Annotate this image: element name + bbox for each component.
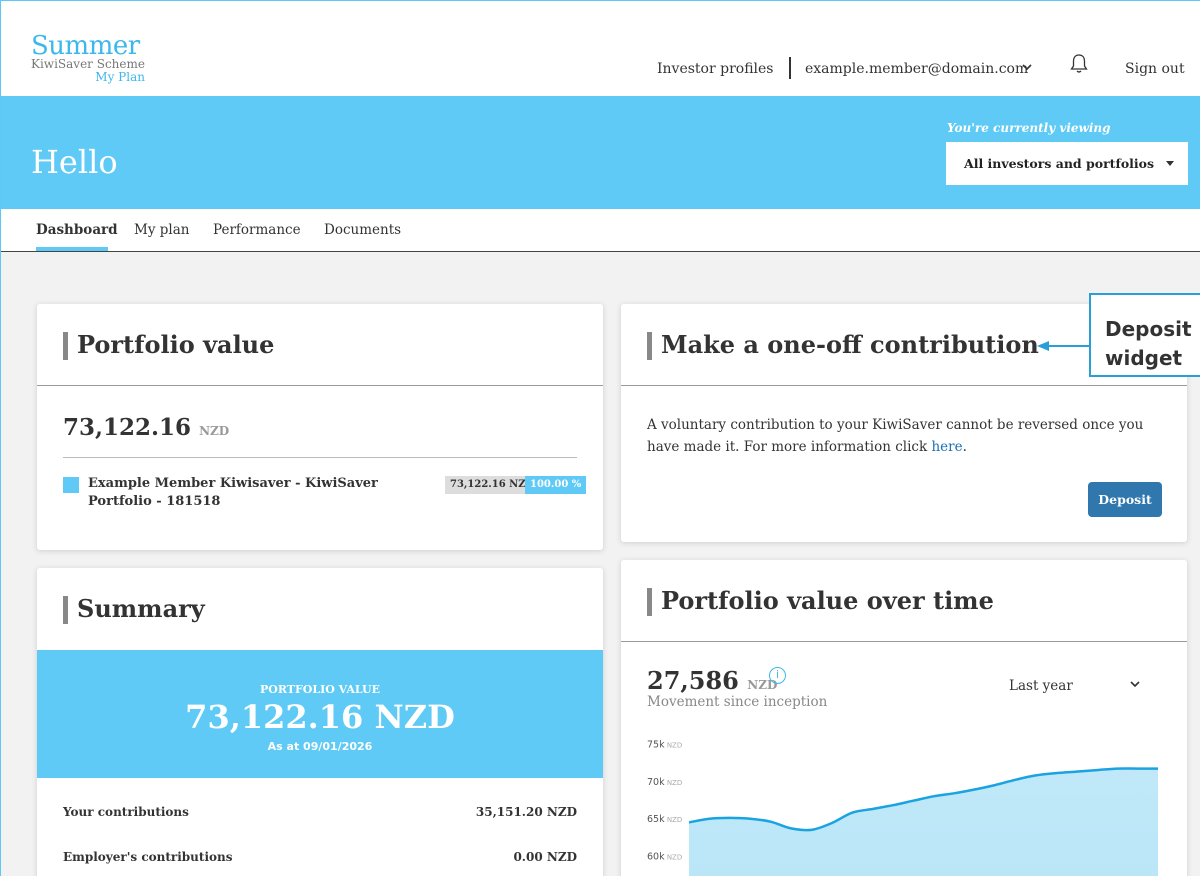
- summary-highlight: PORTFOLIO VALUE 73,122.16 NZD As at 09/0…: [37, 650, 603, 778]
- holding-name: Example Member Kiwisaver - KiwiSaver Por…: [88, 476, 378, 509]
- y-tick-label: 75k NZD: [647, 740, 682, 751]
- investor-portfolio-select[interactable]: All investors and portfolios: [946, 142, 1188, 185]
- summary-card: Summary PORTFOLIO VALUE 73,122.16 NZD As…: [37, 568, 603, 876]
- card-title: Make a one-off contribution: [647, 330, 1039, 360]
- row-value: 0.00 NZD: [513, 850, 577, 864]
- callout-line-1: Deposit: [1105, 317, 1192, 341]
- portfolio-value-card: Portfolio value 73,122.16 NZD Example Me…: [37, 304, 603, 550]
- account-email-menu[interactable]: example.member@domain.com: [805, 61, 1028, 77]
- callout-text: Deposit widget: [1105, 315, 1192, 373]
- investor-profiles-link[interactable]: Investor profiles: [657, 61, 774, 77]
- active-tab-indicator: [36, 247, 108, 251]
- caret-down-icon: [1166, 161, 1174, 166]
- hero-banner: Hello You're currently viewing All inves…: [1, 96, 1200, 209]
- legend-swatch: [63, 477, 79, 493]
- area-fill: [689, 768, 1158, 876]
- top-bar: Summer KiwiSaver Scheme My Plan Investor…: [1, 1, 1200, 96]
- tab-documents[interactable]: Documents: [324, 222, 401, 238]
- summary-row: Employer's contributions 0.00 NZD: [63, 850, 577, 864]
- divider: [37, 385, 603, 386]
- row-label: Your contributions: [63, 805, 189, 819]
- contribution-text-end: .: [962, 439, 967, 455]
- value-over-time-card: Portfolio value over time 27,586 NZD i M…: [621, 560, 1187, 876]
- amount-value: 73,122.16: [63, 414, 192, 441]
- contribution-text: A voluntary contribution to your KiwiSav…: [647, 417, 1144, 455]
- nav-divider: [789, 57, 791, 79]
- row-value: 35,151.20 NZD: [475, 805, 577, 819]
- callout-arrow: [1037, 341, 1089, 351]
- contribution-description: A voluntary contribution to your KiwiSav…: [647, 414, 1167, 458]
- y-tick-label: 65k NZD: [647, 814, 682, 825]
- y-tick-label: 70k NZD: [647, 777, 682, 788]
- divider: [63, 457, 577, 458]
- summary-date: As at 09/01/2026: [267, 740, 373, 753]
- app-frame: Summer KiwiSaver Scheme My Plan Investor…: [0, 0, 1200, 876]
- summary-label: PORTFOLIO VALUE: [260, 683, 380, 696]
- deposit-button[interactable]: Deposit: [1088, 482, 1162, 517]
- summary-value: 73,122.16 NZD: [185, 698, 455, 736]
- row-label: Employer's contributions: [63, 850, 233, 864]
- sign-out-link[interactable]: Sign out: [1125, 61, 1185, 77]
- tab-performance[interactable]: Performance: [213, 222, 301, 238]
- viewing-select-value: All investors and portfolios: [964, 156, 1155, 171]
- amount-unit: NZD: [199, 424, 230, 438]
- viewing-label: You're currently viewing: [947, 121, 1111, 135]
- more-info-link[interactable]: here: [931, 439, 962, 455]
- bell-icon[interactable]: [1069, 53, 1089, 75]
- brand-plan: My Plan: [95, 70, 145, 84]
- tab-my-plan[interactable]: My plan: [134, 222, 189, 238]
- card-title: Portfolio value: [63, 330, 274, 360]
- y-tick-label: 60k NZD: [647, 852, 682, 863]
- holding-percent-badge: 100.00 %: [525, 476, 587, 494]
- summary-row: Your contributions 35,151.20 NZD: [63, 805, 577, 819]
- annotation-callout: Deposit widget: [1089, 293, 1200, 377]
- divider: [621, 385, 1187, 386]
- card-title: Summary: [63, 594, 205, 624]
- portfolio-amount: 73,122.16 NZD: [63, 414, 229, 441]
- tab-dashboard[interactable]: Dashboard: [36, 222, 118, 238]
- greeting: Hello: [31, 143, 118, 181]
- callout-line-2: widget: [1105, 346, 1183, 370]
- brand-logo[interactable]: Summer KiwiSaver Scheme My Plan: [31, 31, 145, 84]
- tab-bar: Dashboard My plan Performance Documents: [1, 209, 1200, 252]
- chevron-down-icon[interactable]: [1021, 61, 1033, 76]
- brand-name: Summer: [31, 31, 140, 61]
- portfolio-area-chart: 75k NZD 70k NZD 65k NZD 60k NZD: [647, 740, 1158, 876]
